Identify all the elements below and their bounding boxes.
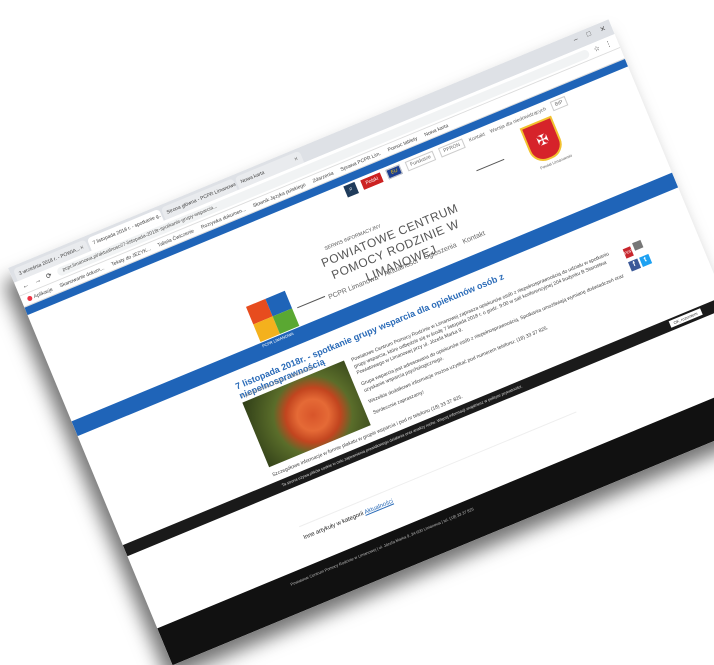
minimize-icon[interactable]: – — [573, 35, 580, 44]
back-icon[interactable]: ← — [21, 281, 30, 290]
rotated-screenshot: 3 września 2018 r. - POWIA... ✕ 7 listopa… — [8, 19, 714, 665]
close-tab-icon[interactable]: ✕ — [293, 155, 299, 162]
facebook-icon[interactable]: f — [628, 258, 642, 272]
forward-icon[interactable]: → — [33, 276, 42, 285]
divider — [476, 158, 505, 172]
menu-icon[interactable]: ⋮ — [604, 39, 613, 49]
twitter-icon[interactable]: t — [639, 253, 653, 267]
reload-icon[interactable]: ⟳ — [45, 271, 53, 281]
close-window-icon[interactable]: ✕ — [599, 24, 607, 34]
print-icon[interactable] — [632, 239, 644, 251]
apps-icon — [26, 294, 33, 302]
close-tab-icon[interactable]: ✕ — [79, 244, 85, 251]
share-tools: PDF ft — [622, 238, 654, 272]
star-icon[interactable]: ☆ — [592, 44, 601, 54]
contact-link[interactable]: Kontakt — [468, 132, 486, 144]
pdf-icon[interactable]: PDF — [622, 246, 634, 259]
maximize-icon[interactable]: □ — [585, 30, 592, 39]
